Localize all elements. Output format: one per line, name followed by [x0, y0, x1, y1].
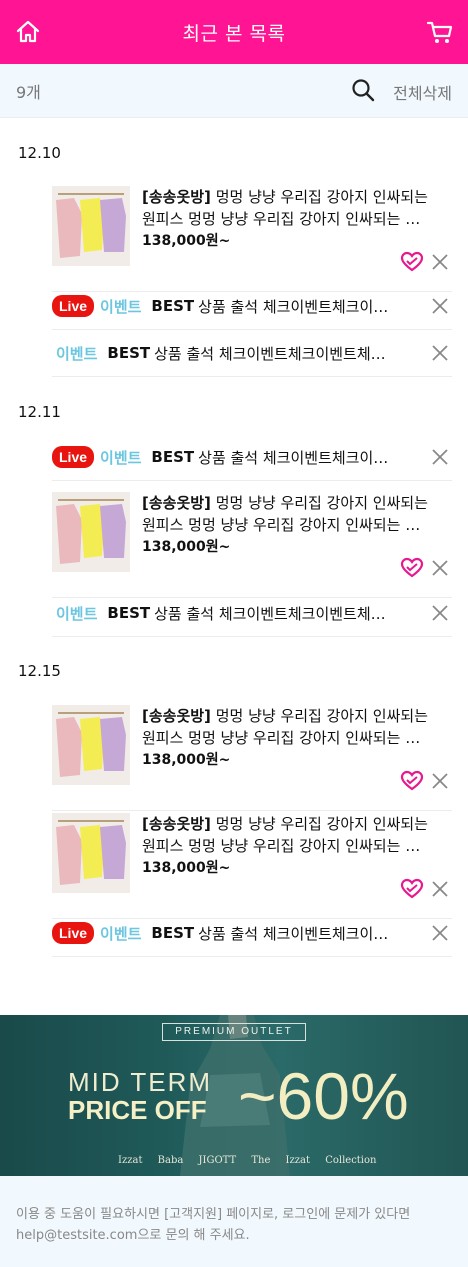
page-title: 최근 본 목록	[182, 22, 286, 45]
discount-text: ~60%	[238, 1059, 409, 1133]
product-item[interactable]: [송송옷방] 멍멍 냥냥 우리집 강아지 인싸되는 원피스 멍멍 냥냥 우리집 …	[52, 186, 452, 292]
close-icon[interactable]	[430, 879, 450, 899]
search-icon[interactable]	[350, 77, 376, 103]
event-label: 이벤트	[56, 604, 98, 623]
product-thumbnail[interactable]	[52, 813, 130, 893]
product-title[interactable]: [송송옷방] 멍멍 냥냥 우리집 강아지 인싸되는 원피스 멍멍 냥냥 우리집 …	[142, 705, 432, 749]
event-text: 상품 출석 체크이벤트체크이벤트체크이벤트	[154, 604, 394, 623]
shop-name: [송송옷방]	[142, 707, 211, 725]
event-label: 이벤트	[100, 297, 142, 316]
product-title[interactable]: [송송옷방] 멍멍 냥냥 우리집 강아지 인싸되는 원피스 멍멍 냥냥 우리집 …	[142, 186, 432, 230]
help-footer: 이용 중 도움이 필요하시면 [고객지원] 페이지로, 로그인에 문제가 있다면…	[0, 1176, 468, 1267]
event-item[interactable]: 이벤트 BEST 상품 출석 체크이벤트체크이벤트체크이벤트	[52, 590, 452, 637]
cart-icon[interactable]	[426, 18, 454, 46]
brand-list: Izzat Baba JIGOTT The Izzat Collection	[118, 1155, 377, 1166]
event-text: 상품 출석 체크이벤트체크이벤트체크이벤트	[198, 448, 398, 467]
product-info[interactable]: [송송옷방] 멍멍 냥냥 우리집 강아지 인싸되는 원피스 멍멍 냥냥 우리집 …	[142, 186, 432, 252]
product-thumbnail[interactable]	[52, 492, 130, 572]
shop-name: [송송옷방]	[142, 188, 211, 206]
product-price: 138,000원~	[142, 233, 231, 249]
list-toolbar: 9개 전체삭제	[0, 64, 468, 118]
close-icon[interactable]	[430, 603, 450, 623]
wishlist-heart-icon[interactable]	[400, 556, 424, 580]
best-label: BEST	[151, 297, 195, 315]
premium-outlet-badge: PREMIUM OUTLET	[162, 1023, 306, 1041]
live-badge: Live	[52, 295, 95, 317]
best-label: BEST	[107, 604, 151, 622]
product-info[interactable]: [송송옷방] 멍멍 냥냥 우리집 강아지 인싸되는 원피스 멍멍 냥냥 우리집 …	[142, 813, 432, 879]
product-item[interactable]: [송송옷방] 멍멍 냥냥 우리집 강아지 인싸되는 원피스 멍멍 냥냥 우리집 …	[52, 705, 452, 811]
event-text: 상품 출석 체크이벤트체크이벤트체크이벤트	[154, 344, 394, 363]
wishlist-heart-icon[interactable]	[400, 250, 424, 274]
best-label: BEST	[151, 448, 195, 466]
close-icon[interactable]	[430, 558, 450, 578]
close-icon[interactable]	[430, 343, 450, 363]
date-header: 12.15	[18, 662, 61, 680]
close-icon[interactable]	[430, 923, 450, 943]
event-text: 상품 출석 체크이벤트체크이벤트체크이벤트	[198, 297, 398, 316]
product-item[interactable]: [송송옷방] 멍멍 냥냥 우리집 강아지 인싸되는 원피스 멍멍 냥냥 우리집 …	[52, 813, 452, 919]
product-price: 138,000원~	[142, 752, 231, 768]
shop-name: [송송옷방]	[142, 494, 211, 512]
help-notice: 이용 중 도움이 필요하시면 [고객지원] 페이지로, 로그인에 문제가 있다면…	[16, 1207, 411, 1243]
event-item[interactable]: Live 이벤트 BEST 상품 출석 체크이벤트체크이벤트체크이벤트	[52, 910, 452, 957]
delete-all-button[interactable]: 전체삭제	[393, 80, 452, 104]
event-item[interactable]: 이벤트 BEST 상품 출석 체크이벤트체크이벤트체크이벤트	[52, 330, 452, 377]
close-icon[interactable]	[430, 771, 450, 791]
event-item[interactable]: Live 이벤트 BEST 상품 출석 체크이벤트체크이벤트체크이벤트	[52, 434, 452, 481]
banner-line-1: MID TERM	[68, 1067, 213, 1097]
event-label: 이벤트	[100, 448, 142, 467]
banner-line-2: PRICE OFF	[68, 1095, 207, 1125]
wishlist-heart-icon[interactable]	[400, 769, 424, 793]
close-icon[interactable]	[430, 252, 450, 272]
product-title[interactable]: [송송옷방] 멍멍 냥냥 우리집 강아지 인싸되는 원피스 멍멍 냥냥 우리집 …	[142, 492, 432, 536]
product-thumbnail[interactable]	[52, 705, 130, 785]
close-icon[interactable]	[430, 296, 450, 316]
product-info[interactable]: [송송옷방] 멍멍 냥냥 우리집 강아지 인싸되는 원피스 멍멍 냥냥 우리집 …	[142, 705, 432, 771]
date-header: 12.10	[18, 144, 61, 162]
best-label: BEST	[151, 924, 195, 942]
product-title[interactable]: [송송옷방] 멍멍 냥냥 우리집 강아지 인싸되는 원피스 멍멍 냥냥 우리집 …	[142, 813, 432, 857]
home-icon[interactable]	[14, 18, 42, 46]
item-count: 9개	[16, 82, 41, 102]
wishlist-heart-icon[interactable]	[400, 877, 424, 901]
live-badge: Live	[52, 922, 95, 944]
product-price: 138,000원~	[142, 860, 231, 876]
product-price: 138,000원~	[142, 539, 231, 555]
event-text: 상품 출석 체크이벤트체크이벤트체크이벤트	[198, 924, 398, 943]
best-label: BEST	[107, 344, 151, 362]
live-badge: Live	[52, 446, 95, 468]
date-header: 12.11	[18, 403, 61, 421]
event-label: 이벤트	[100, 924, 142, 943]
app-header: 최근 본 목록	[0, 0, 468, 64]
product-thumbnail[interactable]	[52, 186, 130, 266]
product-item[interactable]: [송송옷방] 멍멍 냥냥 우리집 강아지 인싸되는 원피스 멍멍 냥냥 우리집 …	[52, 492, 452, 598]
event-item[interactable]: Live 이벤트 BEST 상품 출석 체크이벤트체크이벤트체크이벤트	[52, 283, 452, 330]
product-info[interactable]: [송송옷방] 멍멍 냥냥 우리집 강아지 인싸되는 원피스 멍멍 냥냥 우리집 …	[142, 492, 432, 558]
shop-name: [송송옷방]	[142, 815, 211, 833]
promo-banner[interactable]: PREMIUM OUTLET MID TERM PRICE OFF ~60% I…	[0, 1015, 468, 1176]
event-label: 이벤트	[56, 344, 98, 363]
close-icon[interactable]	[430, 447, 450, 467]
